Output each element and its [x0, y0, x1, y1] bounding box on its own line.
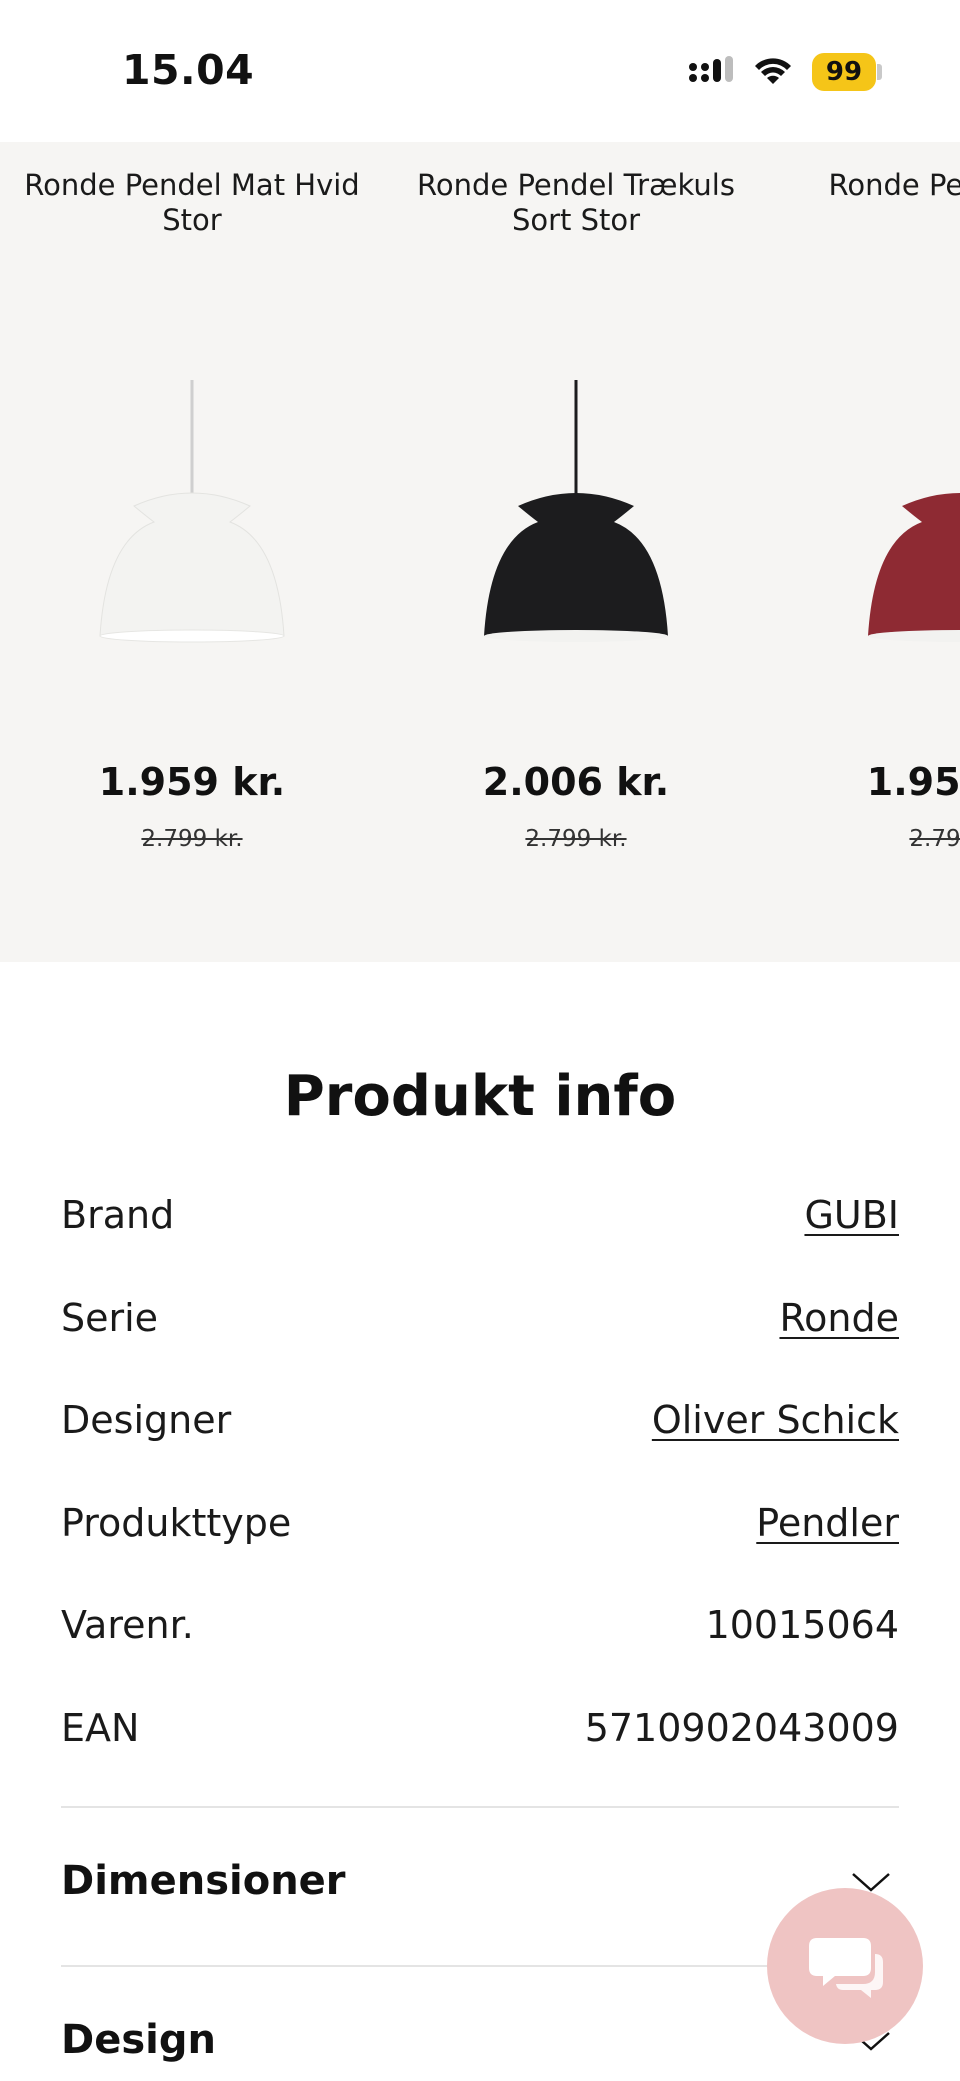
accordion-label[interactable]: Dimensioner — [61, 1858, 346, 1904]
pendant-lamp-image[interactable] — [856, 380, 960, 660]
status-time: 15.04 — [122, 46, 255, 94]
info-row-designer: Designer Oliver Schick — [61, 1398, 899, 1458]
product-name[interactable]: Ronde Pendel Trækuls Sort Stor — [384, 168, 768, 238]
divider — [61, 1806, 899, 1808]
info-row-series: Serie Ronde — [61, 1296, 899, 1356]
designer-link[interactable]: Oliver Schick — [652, 1398, 899, 1442]
accordion-label[interactable]: Design — [61, 2017, 216, 2063]
info-row-product-type: Produkttype Pendler — [61, 1501, 899, 1561]
info-label: Designer — [61, 1398, 232, 1442]
product-price: 2.006 kr. — [482, 760, 670, 804]
info-label: Brand — [61, 1193, 175, 1237]
series-link[interactable]: Ronde — [779, 1296, 899, 1340]
item-number-value: 10015064 — [705, 1603, 899, 1647]
status-bar: 15.04 99 — [0, 0, 960, 142]
accordion-design[interactable]: Design — [61, 2017, 899, 2081]
pendant-lamp-image[interactable] — [88, 380, 296, 660]
info-row-item-number: Varenr. 10015064 — [61, 1603, 899, 1663]
info-label: Serie — [61, 1296, 159, 1340]
product-type-link[interactable]: Pendler — [756, 1501, 899, 1545]
product-old-price: 2.799 kr. — [909, 826, 960, 852]
product-card[interactable]: Ronde Pendel Rød 1.959 kr. 2.799 kr. — [768, 142, 960, 962]
product-card[interactable]: Ronde Pendel Trækuls Sort Stor 2.006 kr.… — [384, 142, 768, 962]
chat-bubbles-icon[interactable] — [809, 1932, 883, 2000]
brand-link[interactable]: GUBI — [804, 1193, 899, 1237]
wifi-icon — [755, 58, 791, 84]
product-name[interactable]: Ronde Pendel Mat Hvid Stor — [0, 168, 384, 238]
info-row-ean: EAN 5710902043009 — [61, 1706, 899, 1766]
info-label: Produkttype — [61, 1501, 292, 1545]
signal-icon — [689, 56, 733, 82]
chat-button[interactable] — [767, 1888, 923, 2044]
product-price: 1.959 kr. — [98, 760, 286, 804]
battery-tip — [877, 64, 882, 80]
product-old-price: 2.799 kr. — [525, 826, 627, 852]
related-products-carousel[interactable]: Ronde Pendel Mat Hvid Stor 1.959 kr. 2.7… — [0, 142, 960, 962]
pendant-lamp-image[interactable] — [472, 380, 680, 660]
info-label: Varenr. — [61, 1603, 194, 1647]
battery-indicator: 99 — [812, 53, 876, 91]
product-old-price: 2.799 kr. — [141, 826, 243, 852]
product-price: 1.959 kr. — [866, 760, 960, 804]
product-info-title: Produkt info — [283, 1064, 677, 1129]
ean-value: 5710902043009 — [584, 1706, 899, 1750]
product-name[interactable]: Ronde Pendel Rød — [768, 168, 960, 203]
product-card[interactable]: Ronde Pendel Mat Hvid Stor 1.959 kr. 2.7… — [0, 142, 384, 962]
info-label: EAN — [61, 1706, 140, 1750]
info-row-brand: Brand GUBI — [61, 1193, 899, 1253]
